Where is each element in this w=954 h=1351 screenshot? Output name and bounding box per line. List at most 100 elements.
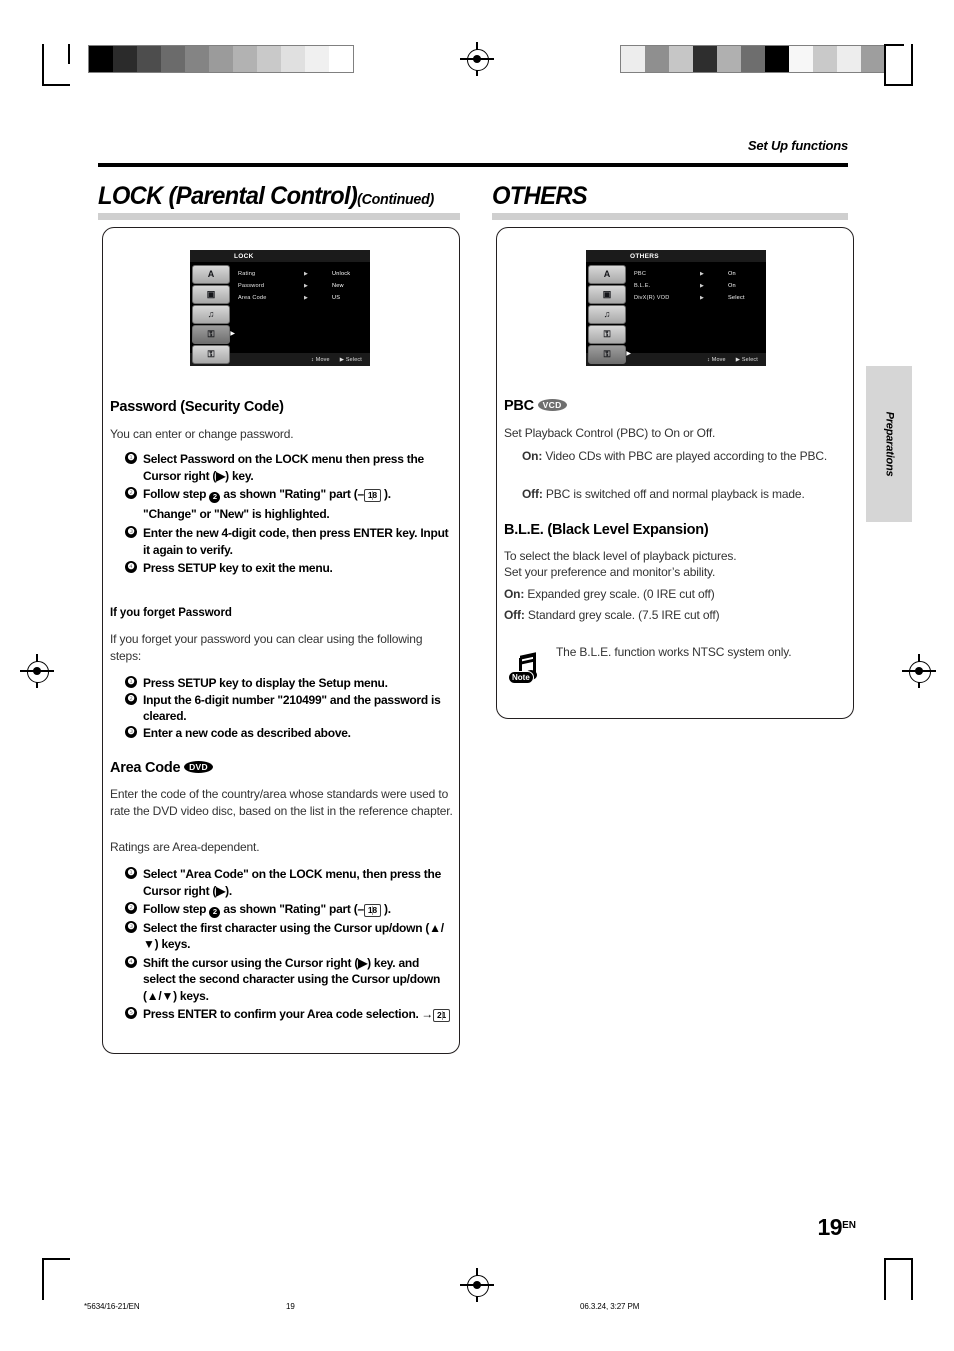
audio-icon[interactable]: ♫ bbox=[192, 305, 230, 324]
menu-row[interactable]: B.L.E. ▶ On bbox=[634, 280, 760, 292]
ble-option-on: On: Expanded grey scale. (0 IRE cut off) bbox=[504, 586, 846, 603]
display-icon-glyph: ▣ bbox=[602, 289, 612, 299]
lock-osd-body: A ▣ ♫ ⚿ ▶ ⚿ Rating ▶ Unlock Password ▶ New Area Cod… bbox=[190, 263, 370, 364]
step-text: Enter a new code as described above. bbox=[143, 725, 351, 740]
registration-mark-left bbox=[20, 654, 54, 688]
menu-row-value: On bbox=[728, 283, 736, 289]
swatch-2 bbox=[669, 46, 693, 72]
password-step-1: ❶ Select Password on the LOCK menu then … bbox=[125, 451, 450, 484]
lock-icon[interactable]: ⚿ bbox=[588, 325, 626, 344]
page-reference-badge: 18 bbox=[363, 489, 381, 502]
step-text: Select "Area Code" on the LOCK menu, the… bbox=[143, 867, 442, 898]
crop-mark-tl-h2 bbox=[42, 84, 70, 86]
selection-caret-icon: ▶ bbox=[626, 351, 631, 357]
language-icon[interactable]: A bbox=[588, 265, 626, 284]
inline-step-number: 2 bbox=[209, 491, 221, 503]
crop-mark-tl-v bbox=[42, 44, 44, 86]
pbc-option-off-label: Off: bbox=[522, 487, 543, 501]
ble-option-off: Off: Standard grey scale. (7.5 IRE cut o… bbox=[504, 607, 846, 624]
menu-row[interactable]: Rating ▶ Unlock bbox=[238, 268, 364, 280]
others-osd-screenshot: OTHERS A ▣ ♫ ⚿ ⚿ ▶ PBC ▶ On B.L.E. ▶ On DivX(R) VOD… bbox=[586, 250, 766, 366]
password-intro: You can enter or change password. bbox=[110, 427, 294, 441]
step-number: ❶ bbox=[125, 452, 137, 464]
menu-row[interactable]: Area Code ▶ US bbox=[238, 292, 364, 304]
registration-mark-top bbox=[460, 42, 494, 76]
language-icon-glyph: A bbox=[603, 269, 611, 279]
step-number: ❶ bbox=[125, 867, 137, 879]
swatch-7 bbox=[789, 46, 813, 72]
area-code-intro-1: Enter the code of the country/area whose… bbox=[110, 787, 453, 818]
ble-intro-1: To select the black level of playback pi… bbox=[504, 549, 737, 563]
dvd-badge: DVD bbox=[184, 761, 213, 773]
swatch-8 bbox=[813, 46, 837, 72]
area-code-step-2: ❷ Follow step 2 as shown "Rating" part (… bbox=[125, 901, 450, 918]
others-icon-glyph: ⚿ bbox=[603, 349, 611, 359]
pbc-option-on-label: On: bbox=[522, 449, 543, 463]
area-code-step-1: ❶ Select "Area Code" on the LOCK menu, t… bbox=[125, 866, 450, 899]
step-number: ❹ bbox=[125, 561, 137, 574]
swatch-3 bbox=[161, 46, 185, 72]
menu-row-label: PBC bbox=[634, 271, 647, 277]
menu-row-label: Password bbox=[238, 283, 265, 289]
others-title-underbar bbox=[492, 213, 848, 220]
step-number: ❸ bbox=[125, 725, 137, 738]
grayscale-swatch-right bbox=[620, 45, 886, 73]
page-reference-badge: 21 bbox=[433, 1009, 450, 1023]
area-code-step-4: ❹ Shift the cursor using the Cursor righ… bbox=[125, 955, 450, 1005]
display-icon[interactable]: ▣ bbox=[588, 285, 626, 304]
menu-row[interactable]: Password ▶ New bbox=[238, 280, 364, 292]
forgot-steps: ❶ Press SETUP key to display the Setup m… bbox=[125, 675, 450, 741]
pbc-option-on-text: Video CDs with PBC are played according … bbox=[545, 449, 828, 463]
menu-row-value: New bbox=[332, 283, 344, 289]
menu-row[interactable]: PBC ▶ On bbox=[634, 268, 760, 280]
menu-row[interactable]: DivX(R) VOD ▶ Select bbox=[634, 292, 760, 304]
menu-row-value: Select bbox=[728, 295, 745, 301]
password-heading: Password (Security Code) bbox=[110, 399, 284, 415]
others-osd-select-hint: ▶ Select bbox=[735, 356, 758, 363]
others-icon[interactable]: ⚿ ▶ bbox=[588, 345, 631, 364]
forgot-step-3: ❸ Enter a new code as described above. bbox=[125, 725, 450, 742]
display-icon[interactable]: ▣ bbox=[192, 285, 230, 304]
header-rule bbox=[98, 163, 848, 167]
password-step-2: ❷ Follow step 2 as shown "Rating" part (… bbox=[125, 486, 450, 522]
pbc-option-off: Off: PBC is switched off and normal play… bbox=[522, 486, 850, 503]
grayscale-swatch-left bbox=[88, 45, 354, 73]
forgot-intro: If you forget your password you can clea… bbox=[110, 632, 423, 663]
step-number: ❷ bbox=[125, 902, 137, 914]
language-icon[interactable]: A bbox=[192, 265, 230, 284]
menu-row-value: Unlock bbox=[332, 271, 351, 277]
note-icon-label: Note bbox=[508, 671, 534, 684]
page-folio: 19EN bbox=[818, 1214, 857, 1241]
step-text-d: "Change" or "New" is highlighted. bbox=[143, 506, 330, 521]
swatch-5 bbox=[741, 46, 765, 72]
pbc-option-on: On: Video CDs with PBC are played accord… bbox=[522, 448, 848, 465]
step-text: Press SETUP key to display the Setup men… bbox=[143, 676, 388, 690]
password-steps: ❶ Select Password on the LOCK menu then … bbox=[125, 451, 450, 577]
running-head: Set Up functions bbox=[747, 138, 848, 153]
others-osd-rows: PBC ▶ On B.L.E. ▶ On DivX(R) VOD ▶ Select bbox=[626, 263, 766, 353]
crop-mark-bl-v bbox=[42, 1258, 44, 1300]
swatch-1 bbox=[113, 46, 137, 72]
menu-row-arrow-icon: ▶ bbox=[700, 283, 705, 289]
crop-mark-tl-h bbox=[68, 44, 70, 64]
ble-heading: B.L.E. (Black Level Expansion) bbox=[504, 522, 709, 538]
step-number: ❷ bbox=[125, 692, 137, 705]
ble-option-off-label: Off: bbox=[504, 608, 525, 622]
ble-option-on-label: On: bbox=[504, 587, 525, 601]
lock-icon[interactable]: ⚿ ▶ bbox=[192, 325, 235, 344]
pbc-intro: Set Playback Control (PBC) to On or Off. bbox=[504, 426, 716, 440]
vcd-badge: VCD bbox=[537, 399, 567, 411]
manual-page: Set Up functions LOCK (Parental Control)… bbox=[0, 0, 954, 1351]
others-icon[interactable]: ⚿ bbox=[192, 345, 230, 364]
step-text-a: Follow step bbox=[143, 902, 210, 916]
section-title-others: OTHERS bbox=[492, 182, 848, 220]
step-text-b: as shown "Rating" part (– bbox=[220, 902, 364, 916]
ble-option-off-text: Standard grey scale. (7.5 IRE cut off) bbox=[527, 608, 720, 622]
note-text: The B.L.E. function works NTSC system on… bbox=[556, 645, 792, 659]
lock-osd-icon-rail: A ▣ ♫ ⚿ ▶ ⚿ bbox=[190, 263, 235, 364]
side-tab-preparations: Preparations bbox=[866, 366, 912, 522]
step-text: Press ENTER to confirm your Area code se… bbox=[143, 1007, 419, 1022]
swatch-9 bbox=[837, 46, 861, 72]
audio-icon[interactable]: ♫ bbox=[588, 305, 626, 324]
step-number: ❶ bbox=[125, 676, 137, 688]
